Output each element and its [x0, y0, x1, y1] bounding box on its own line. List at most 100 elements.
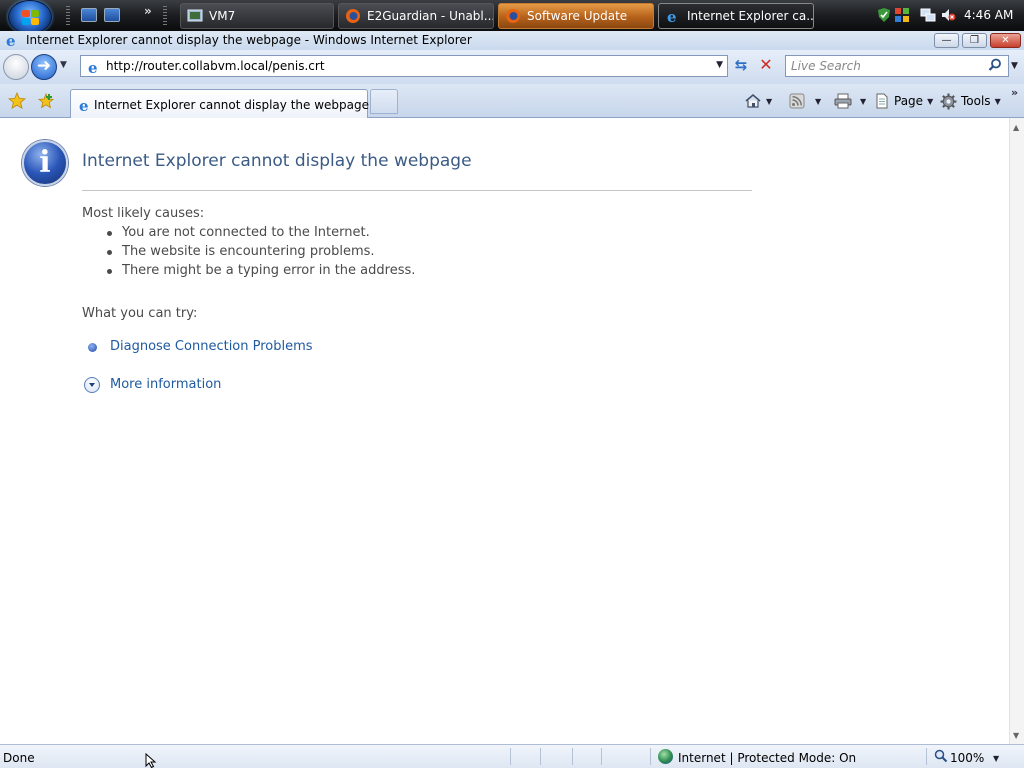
- divider: [510, 748, 511, 765]
- taskbar-button-software-update[interactable]: Software Update: [498, 3, 654, 29]
- list-item: The website is encountering problems.: [104, 244, 415, 263]
- zoom-level[interactable]: 100%: [950, 751, 984, 765]
- chevron-down-icon[interactable]: ▼: [927, 97, 933, 106]
- chevron-down-icon[interactable]: ▼: [815, 97, 821, 106]
- ie-icon: e: [667, 8, 677, 24]
- divider: [540, 748, 541, 765]
- svg-text:e: e: [6, 32, 16, 48]
- navigation-bar: ➜ ▼ e ▼ ⇆ ✕ ▼: [0, 50, 1024, 84]
- taskbar-button-vm7[interactable]: VM7: [180, 3, 334, 29]
- quick-launch-more-button[interactable]: »: [144, 4, 152, 18]
- bullet-icon: [88, 343, 97, 352]
- network-icon[interactable]: [920, 7, 936, 23]
- chevron-down-icon[interactable]: ▼: [766, 97, 772, 106]
- chevron-down-icon[interactable]: ▼: [993, 754, 999, 763]
- firefox-icon: [346, 9, 360, 23]
- expand-icon[interactable]: [84, 377, 100, 393]
- try-heading: What you can try:: [82, 306, 198, 321]
- taskbar-button-internet-explorer[interactable]: e Internet Explorer ca...: [658, 3, 814, 29]
- search-icon[interactable]: [988, 58, 1002, 72]
- print-button[interactable]: ▼: [834, 92, 866, 110]
- globe-icon: [658, 749, 673, 764]
- stop-button[interactable]: ✕: [756, 56, 776, 76]
- divider: [601, 748, 602, 765]
- page-menu-label: Page: [894, 94, 924, 108]
- page-menu-button[interactable]: Page ▼: [874, 92, 933, 110]
- switch-windows-icon[interactable]: [104, 8, 120, 22]
- ie-icon: e: [6, 32, 16, 48]
- status-text: Done: [3, 751, 35, 765]
- add-favorites-icon[interactable]: [37, 92, 55, 110]
- forward-button[interactable]: ➜: [31, 54, 57, 80]
- tools-menu-button[interactable]: Tools ▼: [940, 92, 1001, 110]
- minimize-button[interactable]: —: [934, 33, 959, 48]
- chevron-down-icon[interactable]: ▼: [995, 97, 1001, 106]
- tab-bar: e Internet Explorer cannot display the w…: [0, 84, 1024, 118]
- maximize-button[interactable]: ❐: [962, 33, 987, 48]
- home-button[interactable]: ▼: [744, 92, 772, 110]
- vertical-scrollbar[interactable]: ▲ ▼: [1009, 118, 1024, 744]
- svg-text:e: e: [79, 97, 89, 113]
- scroll-up-icon[interactable]: ▲: [1013, 123, 1019, 132]
- security-zone-text[interactable]: Internet | Protected Mode: On: [678, 751, 856, 765]
- search-options-dropdown-icon[interactable]: ▼: [1011, 61, 1018, 71]
- divider: [650, 748, 651, 765]
- address-dropdown-icon[interactable]: ▼: [716, 60, 723, 70]
- tools-menu-label: Tools: [961, 94, 991, 108]
- search-box[interactable]: [785, 55, 1009, 77]
- star-icon[interactable]: [8, 92, 26, 110]
- causes-list: You are not connected to the Internet. T…: [104, 225, 415, 282]
- window-title-bar[interactable]: e Internet Explorer cannot display the w…: [0, 31, 1024, 50]
- taskbar-button-e2guardian[interactable]: E2Guardian - Unabl...: [338, 3, 494, 29]
- windows-logo-icon: [22, 10, 40, 26]
- list-item: You are not connected to the Internet.: [104, 225, 415, 244]
- ie-icon: e: [88, 59, 98, 75]
- print-icon: [834, 93, 852, 109]
- taskbar: » VM7 E2Guardian - Unabl... Software Upd…: [0, 0, 1024, 34]
- command-bar-more-button[interactable]: »: [1011, 86, 1018, 99]
- show-desktop-icon[interactable]: [81, 8, 97, 22]
- page-icon: [876, 93, 888, 109]
- causes-heading: Most likely causes:: [82, 206, 205, 221]
- address-bar[interactable]: e ▼: [80, 55, 728, 77]
- firefox-icon: [506, 9, 520, 23]
- page-title: Internet Explorer cannot display the web…: [82, 151, 472, 171]
- divider: [926, 748, 927, 765]
- home-icon: [745, 93, 761, 108]
- taskbar-clock[interactable]: 4:46 AM: [964, 8, 1013, 22]
- vm-icon: [187, 9, 203, 22]
- back-button[interactable]: [3, 54, 29, 80]
- error-page-content: i Internet Explorer cannot display the w…: [0, 118, 1009, 744]
- toolbar-grip[interactable]: [163, 6, 167, 26]
- more-information-link[interactable]: More information: [110, 377, 221, 392]
- security-shield-icon[interactable]: [876, 7, 892, 23]
- search-input[interactable]: [791, 58, 981, 74]
- scroll-down-icon[interactable]: ▼: [1013, 731, 1019, 740]
- list-item: There might be a typing error in the add…: [104, 263, 415, 282]
- ie-icon: e: [79, 97, 89, 113]
- volume-muted-icon[interactable]: [940, 7, 956, 23]
- divider: [572, 748, 573, 765]
- toolbar-grip[interactable]: [66, 6, 70, 26]
- feeds-icon: [789, 93, 805, 109]
- tab-label: Internet Explorer cannot display the web…: [94, 98, 369, 112]
- mouse-cursor-icon: [145, 753, 157, 768]
- magnifier-icon[interactable]: [934, 749, 948, 763]
- tab-active[interactable]: e Internet Explorer cannot display the w…: [70, 89, 369, 118]
- svg-text:e: e: [667, 8, 677, 24]
- close-button[interactable]: ✕: [990, 33, 1021, 48]
- taskbar-button-label: Software Update: [527, 9, 628, 23]
- feeds-button[interactable]: ▼: [789, 92, 821, 110]
- svg-text:e: e: [88, 59, 98, 75]
- info-icon: i: [22, 140, 68, 186]
- gear-icon: [940, 93, 957, 109]
- chevron-down-icon[interactable]: ▼: [860, 97, 866, 106]
- diagnose-connection-link[interactable]: Diagnose Connection Problems: [110, 339, 313, 354]
- windows-update-icon[interactable]: [894, 7, 910, 23]
- refresh-button[interactable]: ⇆: [731, 56, 751, 76]
- recent-pages-dropdown-icon[interactable]: ▼: [60, 60, 67, 70]
- start-button[interactable]: [8, 0, 52, 34]
- taskbar-button-label: Internet Explorer ca...: [687, 9, 814, 23]
- new-tab-button[interactable]: [370, 89, 398, 114]
- address-input[interactable]: [106, 58, 686, 74]
